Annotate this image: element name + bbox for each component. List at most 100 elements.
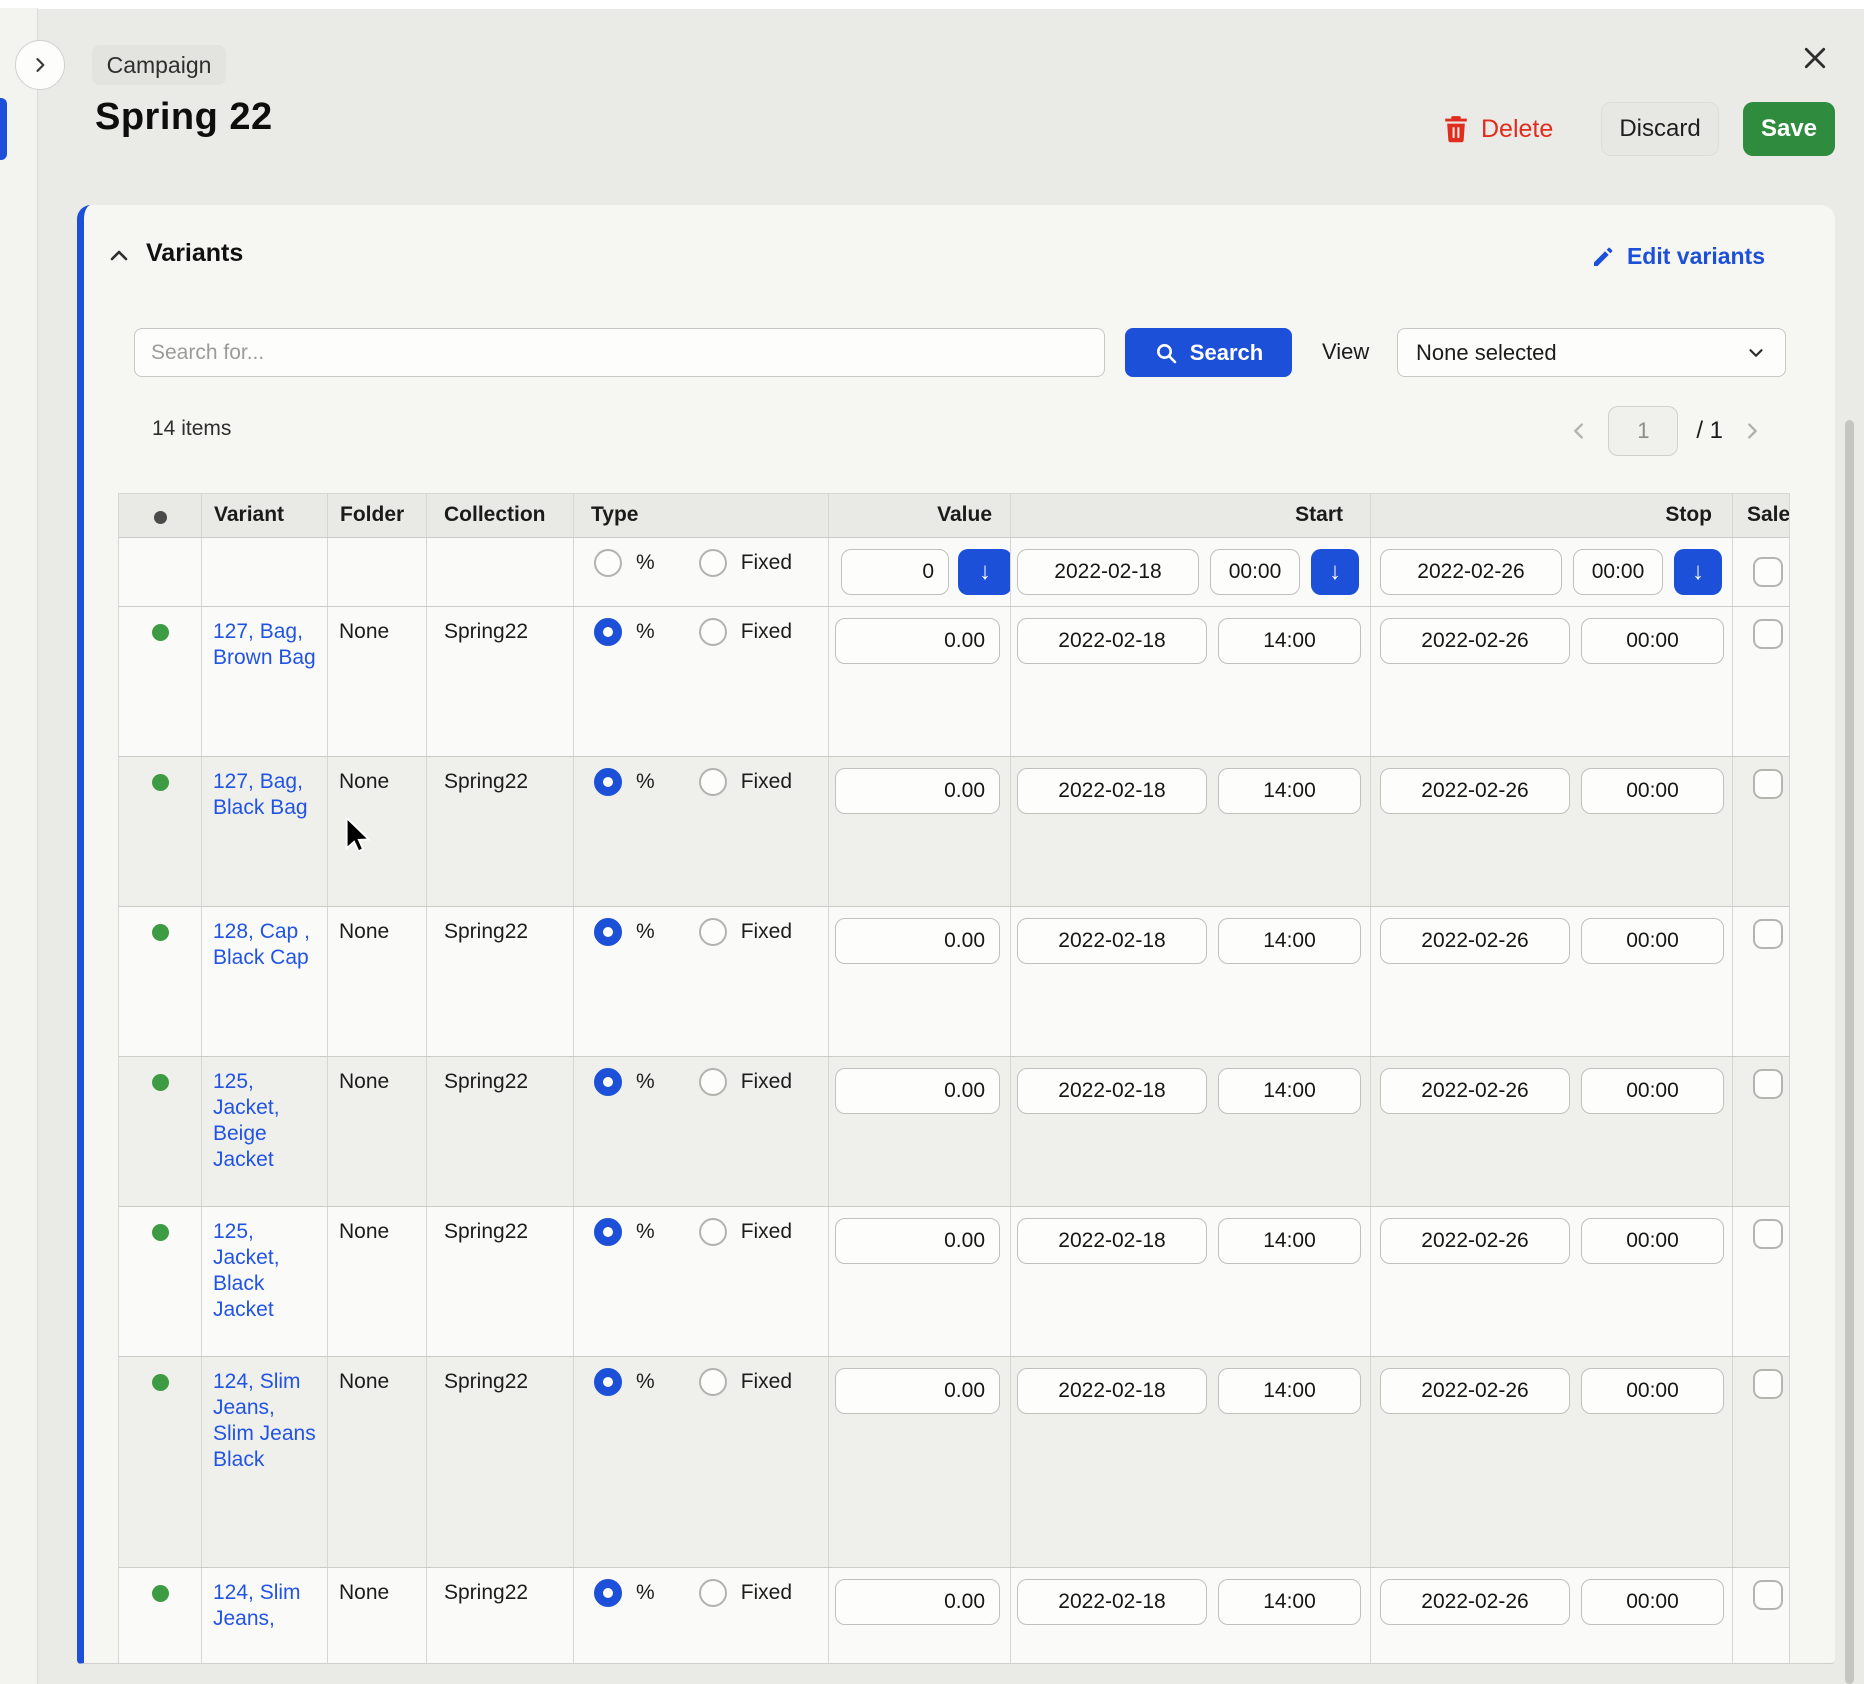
expand-panel-button[interactable] bbox=[15, 40, 65, 90]
page-title: Spring 22 bbox=[95, 96, 273, 139]
fixed-radio[interactable] bbox=[699, 1368, 727, 1396]
start-date-input[interactable] bbox=[1017, 1218, 1207, 1264]
stop-date-input[interactable] bbox=[1380, 618, 1570, 664]
value-input[interactable] bbox=[835, 918, 1000, 964]
percent-radio[interactable] bbox=[594, 918, 622, 946]
delete-button[interactable]: Delete bbox=[1443, 102, 1553, 156]
sale-checkbox[interactable] bbox=[1753, 769, 1783, 799]
column-header-sale: Sale bbox=[1733, 494, 1790, 537]
percent-radio[interactable] bbox=[594, 618, 622, 646]
percent-radio[interactable] bbox=[594, 1368, 622, 1396]
vertical-scrollbar[interactable] bbox=[1845, 420, 1854, 1684]
start-time-input[interactable] bbox=[1218, 1368, 1361, 1414]
view-select[interactable]: None selected bbox=[1397, 328, 1786, 377]
fixed-radio[interactable] bbox=[699, 618, 727, 646]
value-input[interactable] bbox=[835, 1068, 1000, 1114]
filter-select-cell bbox=[119, 538, 202, 606]
filter-start-time-input[interactable] bbox=[1210, 549, 1300, 595]
filter-sale-checkbox[interactable] bbox=[1753, 557, 1783, 587]
fixed-radio[interactable] bbox=[699, 1068, 727, 1096]
start-time-input[interactable] bbox=[1218, 768, 1361, 814]
value-input[interactable] bbox=[835, 768, 1000, 814]
value-input[interactable] bbox=[835, 1579, 1000, 1625]
search-button[interactable]: Search bbox=[1125, 328, 1292, 377]
folder-cell: None bbox=[328, 1057, 427, 1206]
next-page-button[interactable] bbox=[1741, 420, 1763, 442]
value-input[interactable] bbox=[835, 1218, 1000, 1264]
fixed-radio[interactable] bbox=[699, 1218, 727, 1246]
percent-radio[interactable] bbox=[594, 1579, 622, 1607]
stop-date-input[interactable] bbox=[1380, 1579, 1570, 1625]
apply-value-down-button[interactable]: ↓ bbox=[958, 549, 1011, 595]
percent-radio[interactable] bbox=[594, 1068, 622, 1096]
fixed-radio[interactable] bbox=[699, 1579, 727, 1607]
apply-start-down-button[interactable]: ↓ bbox=[1311, 549, 1359, 595]
sale-checkbox[interactable] bbox=[1753, 619, 1783, 649]
sale-checkbox[interactable] bbox=[1753, 1219, 1783, 1249]
edit-variants-link[interactable]: Edit variants bbox=[1591, 243, 1765, 270]
percent-radio[interactable] bbox=[594, 768, 622, 796]
filter-fixed-radio[interactable] bbox=[699, 549, 727, 577]
apply-stop-down-button[interactable]: ↓ bbox=[1674, 549, 1722, 595]
collapse-section-button[interactable] bbox=[106, 243, 132, 269]
start-time-input[interactable] bbox=[1218, 1579, 1361, 1625]
fixed-label: Fixed bbox=[741, 620, 792, 644]
status-active-dot bbox=[152, 924, 169, 941]
variant-link[interactable]: 125, Jacket, Beige Jacket bbox=[213, 1070, 280, 1171]
start-time-input[interactable] bbox=[1218, 618, 1361, 664]
value-input[interactable] bbox=[835, 1368, 1000, 1414]
stop-date-input[interactable] bbox=[1380, 1368, 1570, 1414]
sale-checkbox[interactable] bbox=[1753, 919, 1783, 949]
start-date-input[interactable] bbox=[1017, 768, 1207, 814]
stop-time-input[interactable] bbox=[1581, 1368, 1724, 1414]
stop-date-input[interactable] bbox=[1380, 1218, 1570, 1264]
start-date-input[interactable] bbox=[1017, 1368, 1207, 1414]
variant-link[interactable]: 125, Jacket, Black Jacket bbox=[213, 1220, 280, 1321]
stop-time-input[interactable] bbox=[1581, 1068, 1724, 1114]
page-number-box[interactable]: 1 bbox=[1608, 406, 1678, 456]
variant-link[interactable]: 128, Cap , Black Cap bbox=[213, 920, 310, 969]
save-button[interactable]: Save bbox=[1743, 102, 1835, 156]
variant-link[interactable]: 124, Slim Jeans, Slim Jeans Black bbox=[213, 1370, 316, 1471]
filter-stop-time-input[interactable] bbox=[1573, 549, 1663, 595]
filter-percent-radio[interactable] bbox=[594, 549, 622, 577]
stop-time-input[interactable] bbox=[1581, 618, 1724, 664]
select-all-cell[interactable] bbox=[119, 494, 202, 537]
start-date-input[interactable] bbox=[1017, 918, 1207, 964]
start-date-input[interactable] bbox=[1017, 1068, 1207, 1114]
folder-cell: None bbox=[328, 907, 427, 1056]
variant-link[interactable]: 127, Bag, Brown Bag bbox=[213, 620, 316, 669]
variant-link[interactable]: 127, Bag, Black Bag bbox=[213, 770, 308, 819]
stop-time-input[interactable] bbox=[1581, 918, 1724, 964]
start-date-input[interactable] bbox=[1017, 1579, 1207, 1625]
select-all-dot[interactable] bbox=[154, 511, 167, 524]
breadcrumb: Campaign bbox=[92, 45, 226, 85]
start-time-input[interactable] bbox=[1218, 918, 1361, 964]
close-button[interactable] bbox=[1797, 40, 1833, 76]
fixed-radio[interactable] bbox=[699, 918, 727, 946]
value-input[interactable] bbox=[835, 618, 1000, 664]
table-header-row: Variant Folder Collection Type Value Sta… bbox=[119, 493, 1790, 538]
percent-label: % bbox=[636, 770, 655, 794]
start-date-input[interactable] bbox=[1017, 618, 1207, 664]
stop-date-input[interactable] bbox=[1380, 768, 1570, 814]
percent-radio[interactable] bbox=[594, 1218, 622, 1246]
prev-page-button[interactable] bbox=[1568, 420, 1590, 442]
stop-date-input[interactable] bbox=[1380, 1068, 1570, 1114]
filter-start-date-input[interactable] bbox=[1017, 549, 1199, 595]
search-input[interactable] bbox=[134, 328, 1105, 377]
stop-time-input[interactable] bbox=[1581, 1579, 1724, 1625]
filter-value-input[interactable] bbox=[841, 549, 949, 595]
stop-time-input[interactable] bbox=[1581, 1218, 1724, 1264]
sale-checkbox[interactable] bbox=[1753, 1069, 1783, 1099]
start-time-input[interactable] bbox=[1218, 1218, 1361, 1264]
stop-date-input[interactable] bbox=[1380, 918, 1570, 964]
variant-link[interactable]: 124, Slim Jeans, bbox=[213, 1581, 301, 1630]
sale-checkbox[interactable] bbox=[1753, 1369, 1783, 1399]
stop-time-input[interactable] bbox=[1581, 768, 1724, 814]
start-time-input[interactable] bbox=[1218, 1068, 1361, 1114]
filter-stop-date-input[interactable] bbox=[1380, 549, 1562, 595]
discard-button[interactable]: Discard bbox=[1601, 102, 1719, 156]
sale-checkbox[interactable] bbox=[1753, 1580, 1783, 1610]
fixed-radio[interactable] bbox=[699, 768, 727, 796]
